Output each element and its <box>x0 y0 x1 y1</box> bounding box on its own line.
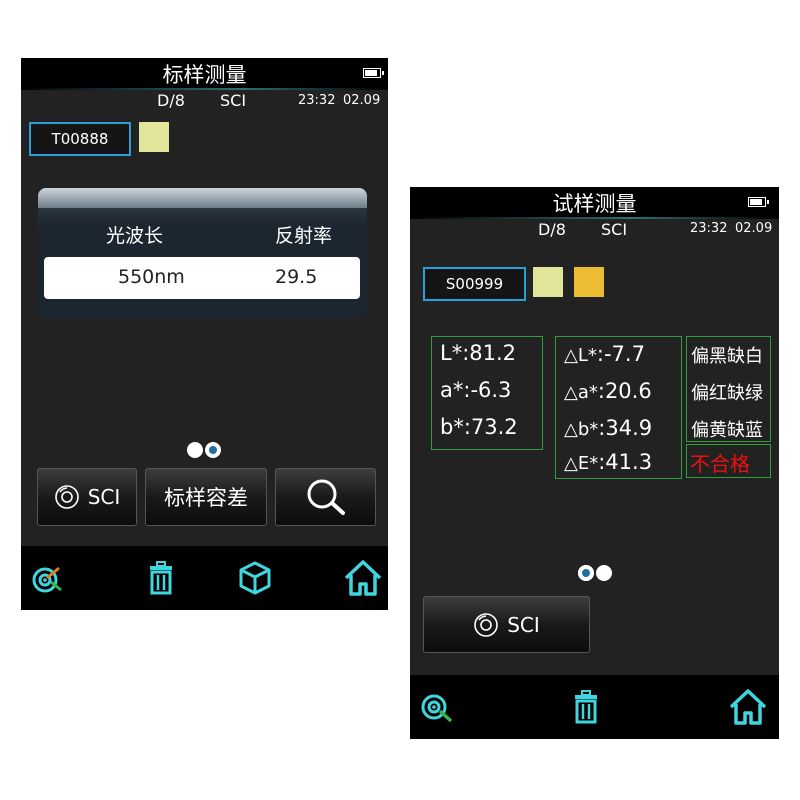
lab-values-box: L*:81.2 a*:-6.3 b*:73.2 <box>431 336 543 450</box>
search-icon <box>307 479 345 515</box>
delta-values-box: △L*:-7.7 △a*:20.6 △b*:34.9 △E*:41.3 <box>555 336 682 479</box>
standard-id-field[interactable]: T00888 <box>29 122 131 156</box>
trash-icon[interactable] <box>143 560 179 596</box>
wavelength-value: 550nm <box>118 266 185 288</box>
home-icon[interactable] <box>343 558 383 598</box>
sample-id-field[interactable]: S00999 <box>423 267 526 301</box>
verdict-label: 不合格 <box>690 452 750 476</box>
tolerance-button[interactable]: 标样容差 <box>145 468 267 526</box>
sci-button[interactable]: SCI <box>423 596 590 653</box>
standard-color-swatch <box>139 122 169 152</box>
target-icon[interactable] <box>29 560 65 596</box>
screen-title: 试样测量 <box>552 192 637 216</box>
geometry-label: D/8 <box>157 91 185 110</box>
title-bar: 试样测量 <box>410 187 779 217</box>
page-dot-2[interactable] <box>205 442 221 458</box>
a-value: a*:-6.3 <box>440 378 512 402</box>
mode-label: SCI <box>220 91 247 110</box>
reflectance-value: 29.5 <box>275 266 318 288</box>
title-divider <box>21 88 388 90</box>
reflectance-row[interactable]: 550nm 29.5 <box>44 257 360 299</box>
footer-bar <box>410 675 779 739</box>
remark-l: 偏黑缺白 <box>691 346 763 367</box>
battery-icon <box>363 68 384 78</box>
sample-color-swatch <box>574 267 604 297</box>
delta-a-value: △a*:20.6 <box>564 379 652 403</box>
reflectance-header: 反射率 <box>275 225 333 247</box>
home-icon[interactable] <box>728 687 768 727</box>
lens-icon <box>474 612 499 637</box>
screen-title: 标样测量 <box>162 63 247 87</box>
verdict-box: 不合格 <box>686 444 771 478</box>
delta-e-value: △E*:41.3 <box>564 450 653 474</box>
wavelength-header: 光波长 <box>106 225 164 247</box>
target-icon[interactable] <box>418 689 454 725</box>
remark-b: 偏黄缺蓝 <box>691 420 763 441</box>
trash-icon[interactable] <box>568 689 604 725</box>
b-value: b*:73.2 <box>440 415 518 439</box>
remark-a: 偏红缺绿 <box>691 383 763 404</box>
delta-b-value: △b*:34.9 <box>564 416 653 440</box>
battery-icon <box>748 197 769 207</box>
title-divider <box>410 217 779 219</box>
mode-label: SCI <box>601 220 628 239</box>
cube-icon[interactable] <box>237 560 273 596</box>
reflectance-panel: 光波长 反射率 550nm 29.5 <box>38 188 367 318</box>
l-value: L*:81.2 <box>440 341 517 365</box>
remarks-box: 偏黑缺白 偏红缺绿 偏黄缺蓝 <box>686 336 771 442</box>
sci-button-label: SCI <box>87 485 121 509</box>
search-button[interactable] <box>275 468 376 526</box>
page-dot-1[interactable] <box>187 442 203 458</box>
clock-date: 02.09 <box>343 93 381 108</box>
standard-measure-screen: 标样测量 D/8 SCI 23:32 02.09 T00888 光波长 反射率 … <box>21 58 388 610</box>
sci-button[interactable]: SCI <box>37 468 137 526</box>
sample-measure-screen: 试样测量 D/8 SCI 23:32 02.09 S00999 L*:81.2 … <box>410 187 779 739</box>
page-dot-2[interactable] <box>596 565 612 581</box>
title-bar: 标样测量 <box>21 58 388 88</box>
geometry-label: D/8 <box>538 220 566 239</box>
tolerance-button-label: 标样容差 <box>164 486 248 510</box>
sci-button-label: SCI <box>507 612 540 637</box>
clock-time: 23:32 <box>298 93 336 108</box>
delta-l-value: △L*:-7.7 <box>564 342 645 366</box>
lens-icon <box>54 485 79 509</box>
standard-color-swatch <box>533 267 563 297</box>
footer-bar <box>21 546 388 610</box>
clock-time: 23:32 <box>690 221 728 236</box>
clock-date: 02.09 <box>735 221 773 236</box>
